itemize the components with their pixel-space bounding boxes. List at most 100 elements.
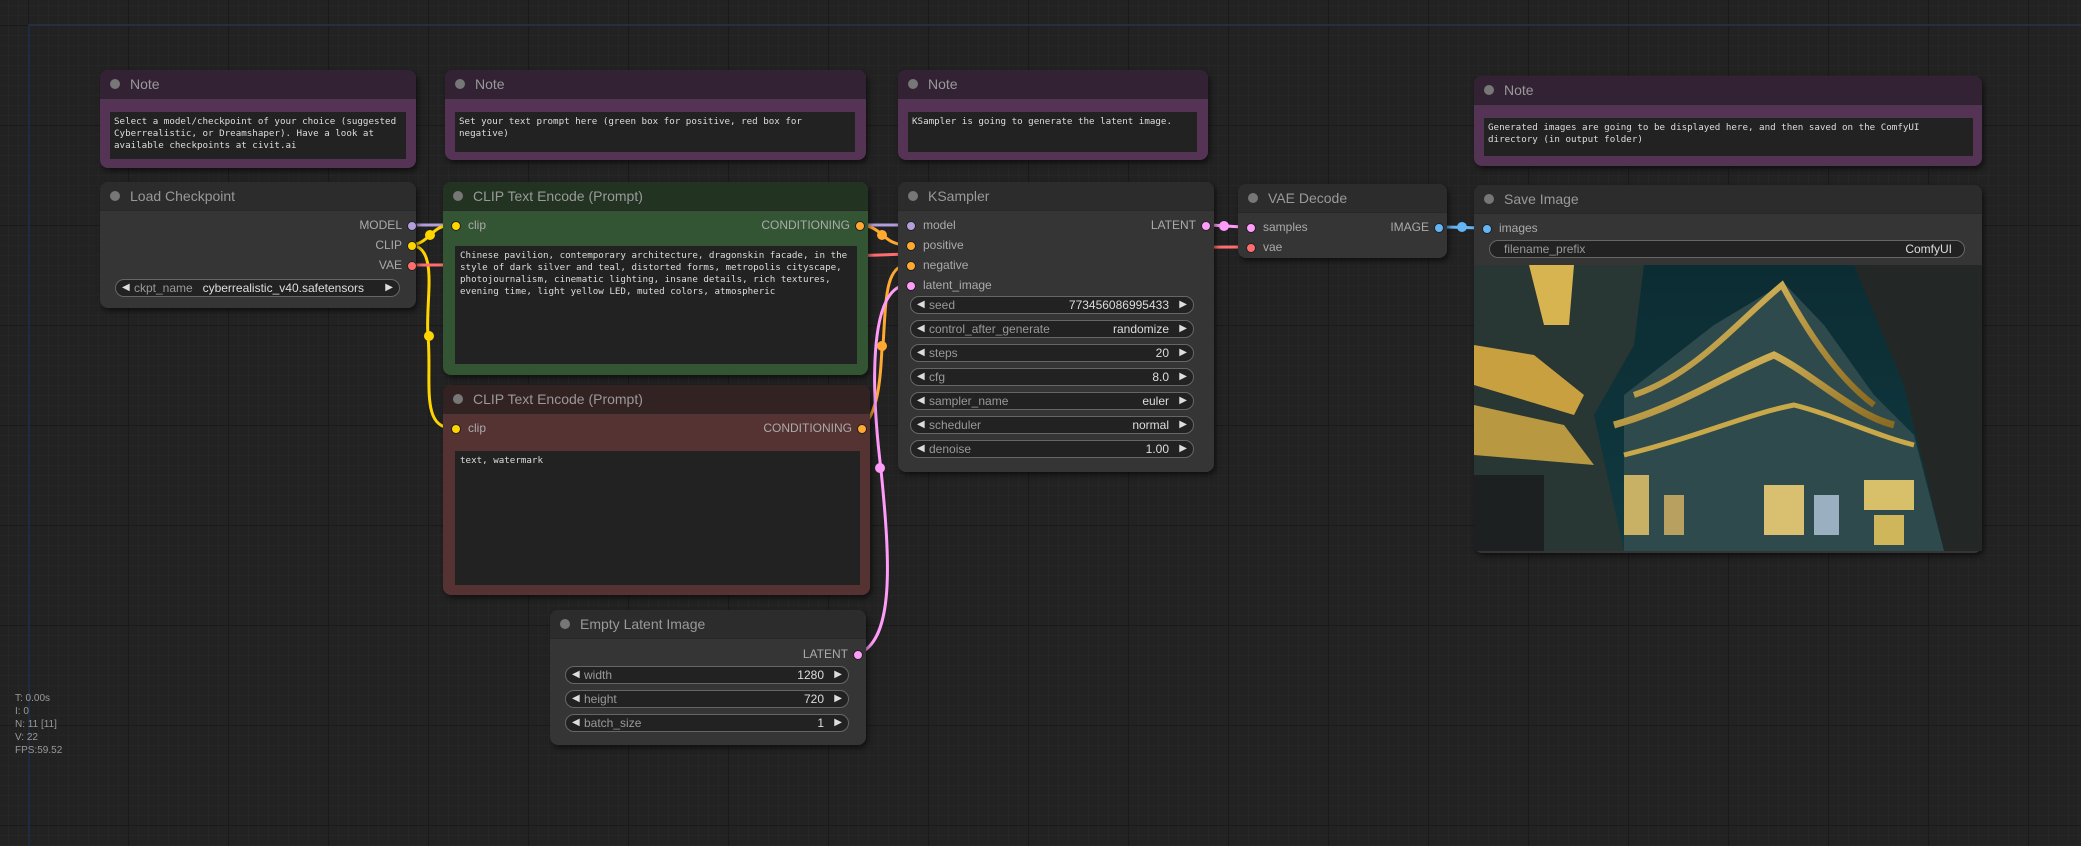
collapse-dot-icon[interactable]: [453, 394, 463, 404]
arrow-right-icon[interactable]: ▶: [1179, 321, 1187, 337]
link-latent-midpoint[interactable]: [875, 463, 885, 473]
note-node-save[interactable]: Note Generated images are going to be di…: [1474, 76, 1982, 166]
steps-widget[interactable]: ◀ steps 20 ▶: [910, 344, 1194, 362]
arrow-right-icon[interactable]: ▶: [834, 691, 842, 707]
slot-dot-icon[interactable]: [451, 221, 461, 231]
link-positive-midpoint[interactable]: [877, 230, 887, 240]
slot-dot-icon[interactable]: [1246, 223, 1256, 233]
arrow-right-icon[interactable]: ▶: [1179, 369, 1187, 385]
node-title[interactable]: Load Checkpoint: [100, 182, 416, 211]
node-title[interactable]: VAE Decode: [1238, 184, 1447, 213]
input-images[interactable]: images: [1479, 218, 1538, 238]
slot-dot-icon[interactable]: [906, 281, 916, 291]
height-widget[interactable]: ◀ height 720 ▶: [565, 690, 849, 708]
arrow-left-icon[interactable]: ◀: [572, 691, 580, 707]
slot-dot-icon[interactable]: [407, 221, 417, 231]
slot-dot-icon[interactable]: [1201, 221, 1211, 231]
link-clip-negative-midpoint[interactable]: [424, 331, 434, 341]
filename-prefix-input[interactable]: filename_prefix ComfyUI: [1489, 240, 1965, 258]
node-title[interactable]: CLIP Text Encode (Prompt): [443, 182, 868, 211]
arrow-right-icon[interactable]: ▶: [1179, 393, 1187, 409]
arrow-right-icon[interactable]: ▶: [834, 715, 842, 731]
arrow-right-icon[interactable]: ▶: [1179, 417, 1187, 433]
input-model[interactable]: model: [903, 215, 956, 235]
vae-decode-node[interactable]: VAE Decode samples vae IMAGE: [1238, 184, 1447, 258]
output-latent[interactable]: LATENT: [803, 644, 863, 664]
input-clip[interactable]: clip: [448, 215, 486, 235]
output-clip[interactable]: CLIP: [375, 235, 417, 255]
collapse-dot-icon[interactable]: [1248, 193, 1258, 203]
output-vae[interactable]: VAE: [379, 255, 417, 275]
collapse-dot-icon[interactable]: [110, 191, 120, 201]
control-after-generate-widget[interactable]: ◀ control_after_generate randomize ▶: [910, 320, 1194, 338]
prompt-textarea[interactable]: Chinese pavilion, contemporary architect…: [455, 246, 857, 364]
denoise-widget[interactable]: ◀ denoise 1.00 ▶: [910, 440, 1194, 458]
seed-widget[interactable]: ◀ seed 773456086995433 ▶: [910, 296, 1194, 314]
cfg-widget[interactable]: ◀ cfg 8.0 ▶: [910, 368, 1194, 386]
arrow-left-icon[interactable]: ◀: [572, 715, 580, 731]
arrow-right-icon[interactable]: ▶: [1179, 345, 1187, 361]
link-clip-positive-midpoint[interactable]: [425, 230, 435, 240]
slot-dot-icon[interactable]: [1246, 243, 1256, 253]
note-title[interactable]: Note: [1474, 76, 1982, 105]
arrow-left-icon[interactable]: ◀: [917, 369, 925, 385]
node-title[interactable]: CLIP Text Encode (Prompt): [443, 385, 870, 414]
empty-latent-image-node[interactable]: Empty Latent Image LATENT ◀ width 1280 ▶ ◀ h…: [550, 610, 866, 745]
clip-text-encode-negative-node[interactable]: CLIP Text Encode (Prompt) clip CONDITION…: [443, 385, 870, 595]
slot-dot-icon[interactable]: [451, 424, 461, 434]
arrow-left-icon[interactable]: ◀: [917, 345, 925, 361]
generated-image-preview[interactable]: [1474, 265, 1982, 551]
node-title[interactable]: Empty Latent Image: [550, 610, 866, 639]
output-conditioning[interactable]: CONDITIONING: [763, 418, 867, 438]
input-vae[interactable]: vae: [1243, 237, 1282, 257]
note-title[interactable]: Note: [898, 70, 1208, 99]
collapse-dot-icon[interactable]: [455, 79, 465, 89]
slot-dot-icon[interactable]: [906, 261, 916, 271]
sampler-name-widget[interactable]: ◀ sampler_name euler ▶: [910, 392, 1194, 410]
save-image-node[interactable]: Save Image images filename_prefix ComfyU…: [1474, 185, 1982, 553]
note-text[interactable]: KSampler is going to generate the latent…: [908, 112, 1197, 152]
input-positive[interactable]: positive: [903, 235, 964, 255]
arrow-left-icon[interactable]: ◀: [917, 297, 925, 313]
output-latent[interactable]: LATENT: [1151, 215, 1211, 235]
collapse-dot-icon[interactable]: [110, 79, 120, 89]
link-image-midpoint[interactable]: [1457, 222, 1467, 232]
output-image[interactable]: IMAGE: [1390, 217, 1444, 237]
link-negative-midpoint[interactable]: [877, 341, 887, 351]
prompt-textarea[interactable]: text, watermark: [455, 451, 860, 585]
output-conditioning[interactable]: CONDITIONING: [761, 215, 865, 235]
slot-dot-icon[interactable]: [855, 221, 865, 231]
arrow-left-icon[interactable]: ◀: [917, 393, 925, 409]
batch-size-widget[interactable]: ◀ batch_size 1 ▶: [565, 714, 849, 732]
link-samples-midpoint[interactable]: [1219, 221, 1229, 231]
input-negative[interactable]: negative: [903, 255, 968, 275]
slot-dot-icon[interactable]: [407, 241, 417, 251]
scheduler-widget[interactable]: ◀ scheduler normal ▶: [910, 416, 1194, 434]
arrow-right-icon[interactable]: ▶: [1179, 297, 1187, 313]
collapse-dot-icon[interactable]: [908, 191, 918, 201]
arrow-left-icon[interactable]: ◀: [917, 321, 925, 337]
note-title[interactable]: Note: [100, 70, 416, 99]
ckpt-name-combo[interactable]: ◀ ckpt_name cyberrealistic_v40.safetenso…: [115, 279, 400, 297]
note-text[interactable]: Set your text prompt here (green box for…: [455, 112, 855, 152]
arrow-left-icon[interactable]: ◀: [917, 441, 925, 457]
node-title[interactable]: Save Image: [1474, 185, 1982, 214]
arrow-left-icon[interactable]: ◀: [572, 667, 580, 683]
collapse-dot-icon[interactable]: [908, 79, 918, 89]
node-title[interactable]: KSampler: [898, 182, 1214, 211]
load-checkpoint-node[interactable]: Load Checkpoint MODEL CLIP VAE ◀ ckpt_na…: [100, 182, 417, 308]
clip-text-encode-positive-node[interactable]: CLIP Text Encode (Prompt) clip CONDITION…: [443, 182, 868, 375]
slot-dot-icon[interactable]: [1482, 224, 1492, 234]
note-text[interactable]: Generated images are going to be display…: [1484, 118, 1973, 156]
slot-dot-icon[interactable]: [906, 221, 916, 231]
collapse-dot-icon[interactable]: [453, 191, 463, 201]
collapse-dot-icon[interactable]: [1484, 85, 1494, 95]
note-node-prompt[interactable]: Note Set your text prompt here (green bo…: [445, 70, 866, 160]
collapse-dot-icon[interactable]: [560, 619, 570, 629]
arrow-right-icon[interactable]: ▶: [385, 280, 393, 296]
slot-dot-icon[interactable]: [906, 241, 916, 251]
ksampler-node[interactable]: KSampler model positive negative latent_…: [898, 182, 1214, 472]
arrow-right-icon[interactable]: ▶: [834, 667, 842, 683]
width-widget[interactable]: ◀ width 1280 ▶: [565, 666, 849, 684]
note-title[interactable]: Note: [445, 70, 866, 99]
